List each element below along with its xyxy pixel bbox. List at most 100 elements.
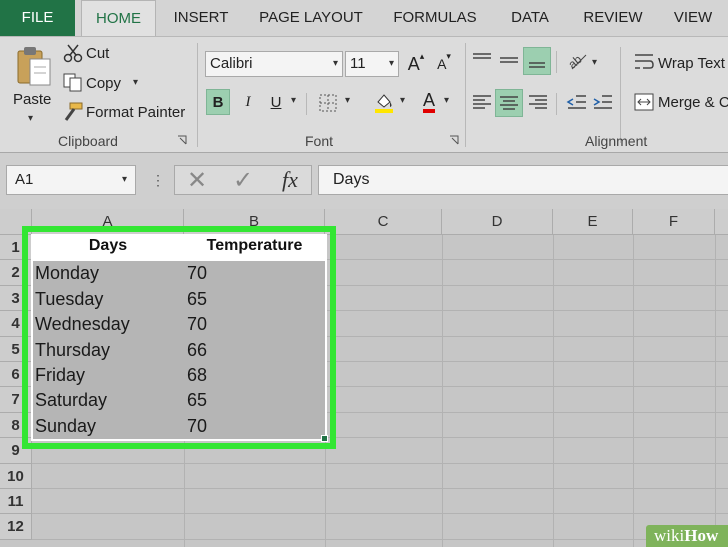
italic-button[interactable]: I — [236, 89, 260, 115]
grid-line — [553, 235, 554, 547]
font-group-label: Font — [305, 133, 334, 149]
fill-color-icon[interactable] — [372, 90, 396, 114]
font-name-dropdown-icon: ▾ — [332, 58, 338, 69]
underline-button[interactable]: U — [264, 89, 288, 115]
group-separator — [465, 43, 466, 147]
worksheet-grid: A B C D E F 1 2 3 4 5 6 7 8 9 10 11 12 Days Tempera… — [0, 209, 728, 547]
font-launcher-icon[interactable] — [449, 135, 459, 145]
paste-dropdown-icon[interactable]: ▾ — [28, 113, 33, 124]
copy-icon — [63, 73, 82, 92]
shrink-font-icon: A — [437, 56, 447, 72]
column-header-f[interactable]: F — [633, 209, 715, 235]
copy-button[interactable]: Copy — [86, 75, 121, 92]
font-color-icon: A — [422, 91, 435, 113]
copy-dropdown-icon[interactable]: ▾ — [133, 77, 138, 88]
font-color-button[interactable]: A — [416, 89, 442, 115]
alignment-group-label: Alignment — [585, 133, 648, 149]
font-color-dropdown-icon[interactable]: ▾ — [444, 95, 449, 106]
column-header-d[interactable]: D — [442, 209, 553, 235]
tab-file[interactable]: FILE — [0, 0, 75, 36]
name-box-dropdown-icon: ▾ — [121, 174, 127, 185]
underline-dropdown-icon[interactable]: ▾ — [291, 95, 296, 106]
ribbon-home: Paste ▾ Cut Copy ▾ Format Painter Clipbo… — [0, 36, 728, 153]
font-name-select[interactable]: Calibri ▾ — [205, 51, 343, 77]
tab-home[interactable]: HOME — [81, 0, 156, 37]
column-header-c[interactable]: C — [325, 209, 442, 235]
align-right-icon[interactable] — [527, 91, 549, 113]
align-middle-icon[interactable] — [498, 49, 520, 71]
clipboard-group-label: Clipboard — [58, 133, 118, 149]
paste-label: Paste — [13, 91, 52, 108]
scissors-icon — [63, 44, 83, 63]
tab-review[interactable]: REVIEW — [578, 0, 648, 36]
align-separator — [556, 51, 557, 73]
enter-icon[interactable]: ✓ — [226, 165, 260, 195]
watermark-wiki: wiki — [654, 526, 685, 545]
paste-button[interactable]: Paste ▾ — [8, 41, 56, 127]
orientation-icon[interactable]: ab — [566, 49, 590, 73]
name-box[interactable]: A1 ▾ — [6, 165, 136, 195]
align-top-icon[interactable] — [471, 49, 493, 71]
grow-font-button[interactable]: A ▴ — [404, 51, 428, 77]
watermark-how: How — [684, 526, 719, 545]
group-separator — [197, 43, 198, 147]
orientation-dropdown-icon[interactable]: ▾ — [592, 57, 597, 68]
clipboard-launcher-icon[interactable] — [177, 135, 187, 145]
row-header[interactable]: 12 — [0, 514, 32, 540]
align-separator — [620, 47, 621, 143]
tab-data[interactable]: DATA — [500, 0, 560, 36]
wrap-text-button[interactable]: Wrap Text — [658, 55, 725, 72]
align-center-icon — [500, 96, 518, 110]
font-name-value: Calibri — [210, 55, 253, 72]
grid-line — [633, 235, 634, 547]
font-separator — [306, 93, 307, 115]
borders-icon[interactable] — [318, 93, 338, 113]
svg-text:ab: ab — [566, 52, 585, 72]
format-painter-button[interactable]: Format Painter — [86, 104, 185, 121]
grid-line — [32, 462, 728, 464]
insert-function-icon[interactable]: fx — [272, 165, 308, 195]
fill-color-dropdown-icon[interactable]: ▾ — [400, 95, 405, 106]
align-separator — [556, 93, 557, 115]
row-header[interactable]: 11 — [0, 489, 32, 515]
font-size-value: 11 — [350, 55, 366, 72]
column-header-e[interactable]: E — [553, 209, 633, 235]
borders-dropdown-icon[interactable]: ▾ — [345, 95, 350, 106]
cut-button[interactable]: Cut — [86, 45, 109, 62]
align-bottom-button[interactable] — [523, 47, 551, 75]
wrap-text-icon — [635, 54, 654, 69]
grid-line — [32, 513, 728, 515]
merge-center-button[interactable]: Merge & C — [658, 94, 728, 111]
formula-input[interactable]: Days — [318, 165, 728, 195]
cancel-icon[interactable]: ✕ — [180, 165, 214, 195]
column-header-next[interactable] — [715, 209, 728, 235]
decrease-indent-icon[interactable] — [566, 91, 588, 113]
format-painter-icon — [64, 102, 83, 121]
tab-insert[interactable]: INSERT — [166, 0, 236, 36]
bold-button[interactable]: B — [206, 89, 230, 115]
grid-line — [715, 235, 716, 547]
align-left-icon[interactable] — [471, 91, 493, 113]
tab-view[interactable]: VIEW — [668, 0, 718, 36]
grid-line — [32, 538, 728, 540]
merge-center-icon — [634, 93, 654, 111]
grow-font-icon: A — [407, 53, 420, 74]
grid-line — [442, 235, 443, 547]
row-header[interactable]: 10 — [0, 463, 32, 489]
font-size-select[interactable]: 11 ▾ — [345, 51, 399, 77]
name-box-value: A1 — [15, 171, 34, 188]
wikihow-watermark: wikiHow — [646, 525, 728, 547]
green-highlight-box — [22, 226, 336, 449]
align-center-button[interactable] — [495, 89, 523, 117]
formula-bar-grip-icon: ⋮ — [151, 172, 165, 188]
formula-bar: A1 ▾ ⋮ ✕ ✓ fx Days — [0, 153, 728, 209]
tab-formulas[interactable]: FORMULAS — [386, 0, 484, 36]
paste-icon — [17, 47, 51, 86]
font-size-dropdown-icon: ▾ — [388, 58, 394, 69]
grid-line — [32, 488, 728, 489]
shrink-font-button[interactable]: A ▾ — [432, 51, 456, 77]
ribbon-tab-bar: FILE HOME INSERT PAGE LAYOUT FORMULAS DA… — [0, 0, 728, 37]
increase-indent-icon[interactable] — [592, 91, 614, 113]
align-bottom-icon — [529, 62, 545, 68]
tab-page-layout[interactable]: PAGE LAYOUT — [250, 0, 372, 36]
